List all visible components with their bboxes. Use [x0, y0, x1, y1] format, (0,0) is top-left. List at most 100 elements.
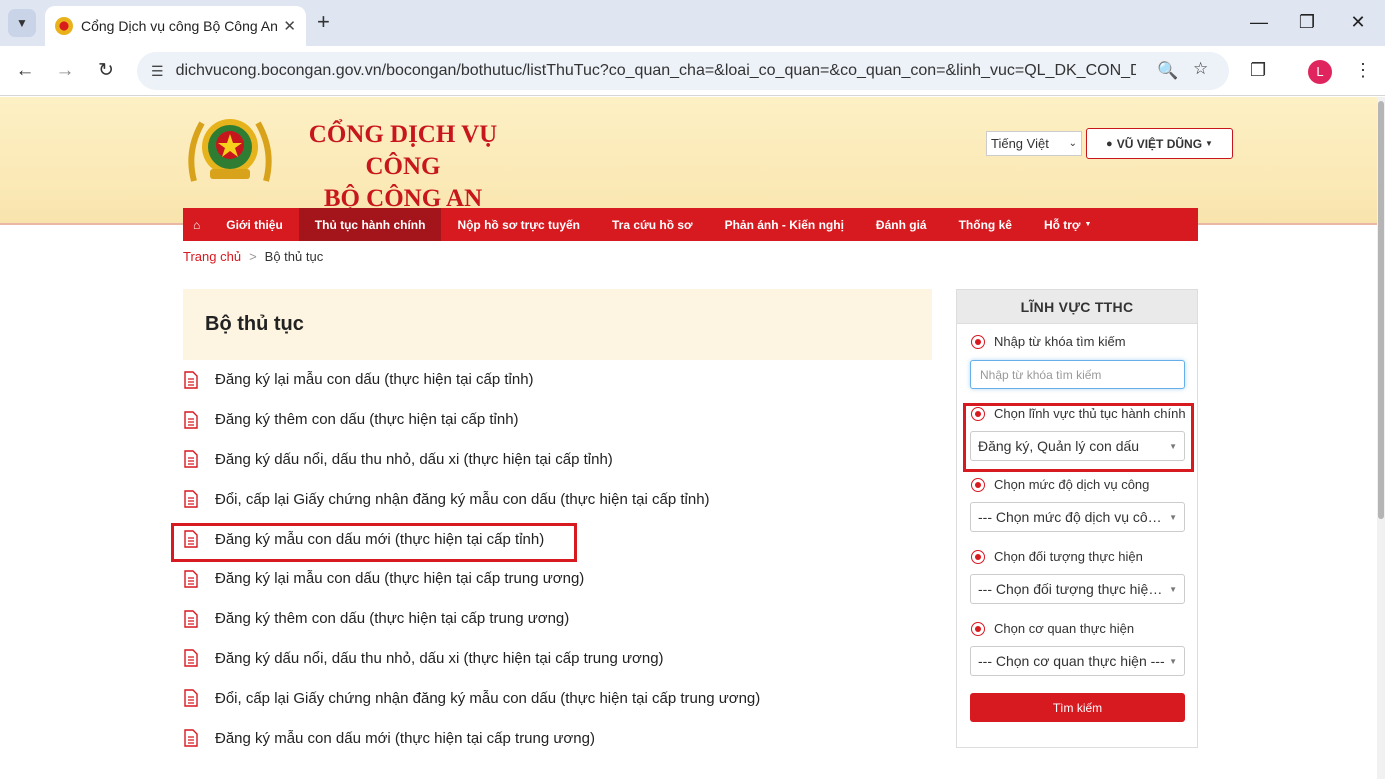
document-icon	[184, 490, 198, 508]
document-icon	[184, 450, 198, 469]
nav-item-nop-ho-so[interactable]: Nộp hồ sơ trực tuyến	[441, 208, 596, 241]
procedure-item[interactable]: Đăng ký mẫu con dấu mới (thực hiện tại c…	[183, 718, 932, 758]
nav-item-gioi-thieu[interactable]: Giới thiệu	[210, 208, 299, 241]
site-favicon-icon	[55, 17, 73, 35]
caret-down-icon: ▼	[1169, 512, 1177, 522]
agency-select[interactable]: --- Chọn cơ quan thực hiện --- ▼	[970, 646, 1185, 676]
radio-icon[interactable]	[971, 549, 985, 564]
level-select[interactable]: --- Chọn mức độ dịch vụ công --- ▼	[970, 502, 1185, 532]
agency-radio-row[interactable]: Chọn cơ quan thực hiện	[971, 621, 1134, 636]
procedure-link[interactable]: Đăng ký lại mẫu con dấu (thực hiện tại c…	[215, 371, 534, 388]
back-button[interactable]: ←	[11, 57, 39, 85]
language-select[interactable]: Tiếng Việt ⌄	[986, 131, 1082, 156]
level-radio-row[interactable]: Chọn mức độ dịch vụ công	[971, 477, 1149, 492]
keyword-radio-row[interactable]: Nhập từ khóa tìm kiếm	[971, 334, 1126, 349]
user-menu-button[interactable]: ● VŨ VIỆT DŨNG ▼	[1086, 128, 1233, 159]
forward-button[interactable]: →	[51, 57, 79, 85]
target-select[interactable]: --- Chọn đối tượng thực hiện --- ▼	[970, 574, 1185, 604]
police-emblem-logo[interactable]	[184, 111, 276, 187]
procedure-item-highlighted[interactable]: Đăng ký mẫu con dấu mới (thực hiện tại c…	[183, 519, 932, 559]
radio-icon[interactable]	[971, 621, 985, 636]
level-label: Chọn mức độ dịch vụ công	[994, 477, 1150, 492]
breadcrumb-separator: >	[249, 249, 257, 264]
nav-home[interactable]: ⌂	[183, 208, 210, 241]
procedure-item[interactable]: Đăng ký dấu nổi, dấu thu nhỏ, dấu xi (th…	[183, 440, 932, 480]
window-close-button[interactable]: ✕	[1343, 8, 1373, 36]
browser-tab[interactable]: Cổng Dịch vụ công Bộ Công An ✕	[45, 6, 306, 46]
procedure-link[interactable]: Đăng ký mẫu con dấu mới (thực hiện tại c…	[215, 531, 544, 548]
procedure-link[interactable]: Đăng ký lại mẫu con dấu (thực hiện tại c…	[215, 570, 584, 587]
procedure-link[interactable]: Đổi, cấp lại Giấy chứng nhận đăng ký mẫu…	[215, 491, 710, 508]
search-button[interactable]: Tìm kiếm	[970, 693, 1185, 722]
page-title: Bộ thủ tục	[205, 313, 304, 335]
site-header: CỔNG DỊCH VỤ CÔNG BỘ CÔNG AN Tiếng Việt …	[0, 97, 1385, 225]
page-scrollbar[interactable]	[1377, 97, 1385, 779]
nav-item-ho-tro-label: Hỗ trợ	[1043, 217, 1081, 232]
chevron-down-icon: ▼	[16, 16, 28, 30]
scrollbar-thumb[interactable]	[1378, 101, 1384, 519]
target-select-value: --- Chọn đối tượng thực hiện ---	[978, 581, 1168, 597]
site-title: CỔNG DỊCH VỤ CÔNG BỘ CÔNG AN	[283, 119, 523, 215]
procedure-link[interactable]: Đăng ký dấu nổi, dấu thu nhỏ, dấu xi (th…	[215, 451, 613, 468]
web-page: CỔNG DỊCH VỤ CÔNG BỘ CÔNG AN Tiếng Việt …	[0, 97, 1385, 779]
procedure-link[interactable]: Đổi, cấp lại Giấy chứng nhận đăng ký mẫu…	[215, 690, 760, 707]
procedure-link[interactable]: Đăng ký thêm con dấu (thực hiện tại cấp …	[215, 411, 519, 428]
nav-item-thong-ke[interactable]: Thống kê	[943, 208, 1028, 241]
radio-icon[interactable]	[971, 477, 985, 492]
field-select[interactable]: Đăng ký, Quản lý con dấu ▼	[970, 431, 1185, 461]
procedure-link[interactable]: Đăng ký dấu nổi, dấu thu nhỏ, dấu xi (th…	[215, 650, 664, 667]
level-select-value: --- Chọn mức độ dịch vụ công ---	[978, 509, 1168, 525]
url-text[interactable]: dichvucong.bocongan.gov.vn/bocongan/both…	[176, 62, 1136, 80]
nav-item-ho-tro[interactable]: Hỗ trợ ▼	[1028, 208, 1107, 241]
main-navigation: ⌂ Giới thiệu Thủ tục hành chính Nộp hồ s…	[183, 208, 1198, 241]
keyword-search-input[interactable]	[970, 360, 1185, 389]
procedure-item[interactable]: Đổi, cấp lại Giấy chứng nhận đăng ký mẫu…	[183, 479, 932, 519]
field-select-value: Đăng ký, Quản lý con dấu	[978, 438, 1140, 454]
bookmark-star-icon[interactable]: ☆	[1193, 59, 1208, 79]
document-icon	[184, 371, 198, 389]
reload-button[interactable]: ↻	[92, 57, 120, 85]
breadcrumb-home[interactable]: Trang chủ	[183, 249, 241, 264]
sidebar-title: LĨNH VỰC TTHC	[957, 290, 1197, 324]
nav-item-tra-cuu-ho-so[interactable]: Tra cứu hồ sơ	[596, 208, 709, 241]
browser-tab-bar: ▼ Cổng Dịch vụ công Bộ Công An ✕ + — ❐ ✕	[0, 0, 1385, 46]
procedure-list: Đăng ký lại mẫu con dấu (thực hiện tại c…	[183, 360, 932, 758]
nav-item-thu-tuc-hanh-chinh[interactable]: Thủ tục hành chính	[298, 208, 442, 241]
filter-sidebar: LĨNH VỰC TTHC Nhập từ khóa tìm kiếm Chọn…	[956, 289, 1198, 748]
radio-icon[interactable]	[971, 334, 985, 349]
address-bar[interactable]: ☰ dichvucong.bocongan.gov.vn/bocongan/bo…	[137, 52, 1229, 90]
zoom-icon[interactable]: 🔍	[1157, 61, 1178, 81]
close-icon[interactable]: ✕	[283, 17, 296, 35]
procedure-link[interactable]: Đăng ký thêm con dấu (thực hiện tại cấp …	[215, 610, 569, 627]
caret-down-icon: ▼	[1169, 656, 1177, 666]
menu-kebab-icon[interactable]: ⋮	[1354, 60, 1372, 81]
tab-title: Cổng Dịch vụ công Bộ Công An	[81, 18, 278, 34]
minimize-button[interactable]: —	[1244, 8, 1274, 36]
new-tab-button[interactable]: +	[317, 10, 330, 34]
procedure-item[interactable]: Đăng ký lại mẫu con dấu (thực hiện tại c…	[183, 360, 932, 400]
home-icon: ⌂	[193, 217, 201, 232]
nav-item-phan-anh-kien-nghi[interactable]: Phản ánh - Kiến nghị	[709, 208, 860, 241]
field-label: Chọn lĩnh vực thủ tục hành chính	[994, 406, 1186, 421]
procedure-item[interactable]: Đăng ký thêm con dấu (thực hiện tại cấp …	[183, 599, 932, 639]
field-radio-row[interactable]: Chọn lĩnh vực thủ tục hành chính	[971, 406, 1186, 421]
profile-avatar[interactable]: L	[1308, 60, 1332, 84]
user-name: VŨ VIỆT DŨNG	[1116, 136, 1203, 151]
procedure-item[interactable]: Đăng ký dấu nổi, dấu thu nhỏ, dấu xi (th…	[183, 639, 932, 679]
user-icon: ●	[1106, 137, 1113, 150]
site-title-line1: CỔNG DỊCH VỤ CÔNG	[308, 121, 498, 180]
target-radio-row[interactable]: Chọn đối tượng thực hiện	[971, 549, 1143, 564]
procedure-item[interactable]: Đăng ký lại mẫu con dấu (thực hiện tại c…	[183, 559, 932, 599]
tab-search-button[interactable]: ▼	[8, 9, 36, 37]
restore-button[interactable]: ❐	[1292, 8, 1322, 36]
document-icon	[184, 649, 198, 668]
nav-item-danh-gia[interactable]: Đánh giá	[860, 208, 943, 241]
procedure-item[interactable]: Đăng ký thêm con dấu (thực hiện tại cấp …	[183, 400, 932, 440]
procedure-item[interactable]: Đổi, cấp lại Giấy chứng nhận đăng ký mẫu…	[183, 678, 932, 718]
keyword-label: Nhập từ khóa tìm kiếm	[994, 334, 1126, 349]
procedure-link[interactable]: Đăng ký mẫu con dấu mới (thực hiện tại c…	[215, 730, 595, 747]
caret-down-icon: ▼	[1205, 139, 1213, 148]
site-info-icon[interactable]: ☰	[151, 63, 164, 80]
extensions-icon[interactable]: ❐	[1250, 60, 1266, 81]
radio-icon[interactable]	[971, 406, 985, 421]
